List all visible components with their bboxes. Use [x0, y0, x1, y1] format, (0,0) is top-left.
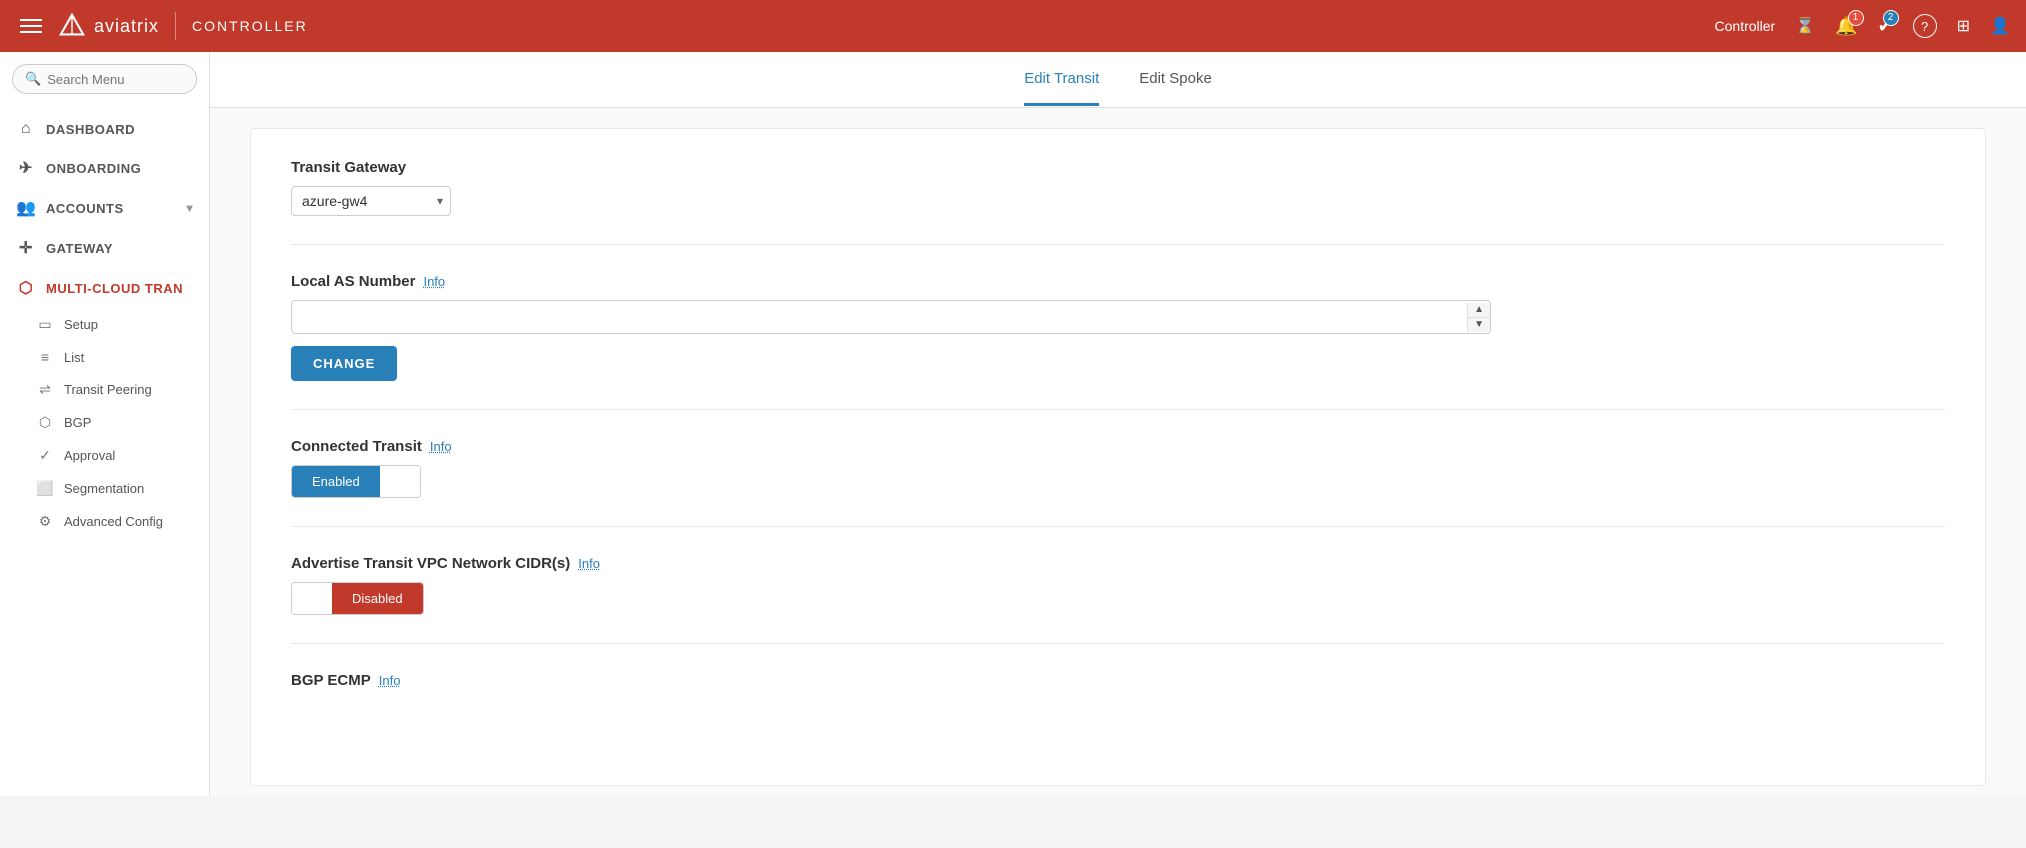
advertise-transit-vpc-info-link[interactable]: Info: [578, 556, 600, 571]
connected-transit-label: Connected Transit Info: [291, 438, 1945, 455]
sidebar-subitem-list[interactable]: ≡ List: [0, 341, 209, 373]
chevron-down-icon: ▾: [186, 201, 193, 215]
sidebar-item-multi-cloud-tran[interactable]: ⬡ MULTI-CLOUD TRAN: [0, 268, 209, 308]
sidebar-item-onboarding[interactable]: ✈ ONBOARDING: [0, 148, 209, 188]
change-button[interactable]: CHANGE: [291, 346, 397, 381]
spin-up-button[interactable]: ▲: [1468, 303, 1490, 318]
tasks-icon[interactable]: ✔ 2: [1878, 16, 1893, 37]
bell-icon[interactable]: 🔔 1: [1835, 16, 1857, 37]
connected-transit-disabled-button[interactable]: [380, 466, 420, 497]
spin-down-button[interactable]: ▼: [1468, 318, 1490, 332]
sidebar-subitem-label: Approval: [64, 448, 115, 463]
sidebar-subitem-label: Segmentation: [64, 481, 144, 496]
multi-cloud-icon: ⬡: [16, 278, 36, 298]
top-navigation: aviatrix Controller Controller ⌛ 🔔 1 ✔ 2…: [0, 0, 2026, 52]
sidebar-subitem-approval[interactable]: ✓ Approval: [0, 439, 209, 472]
local-as-number-info-link[interactable]: Info: [423, 274, 445, 289]
aviatrix-logo-icon: [58, 12, 86, 40]
sidebar-subitem-bgp[interactable]: ⬡ BGP: [0, 406, 209, 439]
advertise-transit-enabled-button[interactable]: [292, 583, 332, 614]
tabs-bar: Edit Transit Edit Spoke: [210, 52, 2026, 108]
username-label: Controller: [1715, 18, 1776, 34]
spin-buttons: ▲ ▼: [1467, 303, 1490, 332]
logo-area: aviatrix Controller: [58, 12, 308, 40]
list-icon: ≡: [36, 349, 54, 365]
connected-transit-section: Connected Transit Info Enabled: [291, 438, 1945, 527]
setup-icon: ▭: [36, 316, 54, 333]
transit-gateway-label: Transit Gateway: [291, 159, 1945, 176]
sidebar-subitem-label: List: [64, 350, 84, 365]
bgp-ecmp-label: BGP ECMP Info: [291, 672, 1945, 689]
tab-edit-transit[interactable]: Edit Transit: [1024, 54, 1099, 106]
sidebar-subitem-transit-peering[interactable]: ⇌ Transit Peering: [0, 373, 209, 406]
sidebar: 🔍 ⌂ DASHBOARD ✈ ONBOARDING 👥 ACCOUNTS ▾ …: [0, 52, 210, 796]
sidebar-item-label: ACCOUNTS: [46, 201, 124, 216]
sidebar-subitem-segmentation[interactable]: ⬜ Segmentation: [0, 472, 209, 505]
local-as-number-section: Local AS Number Info ▲ ▼ CHANGE: [291, 273, 1945, 410]
bgp-icon: ⬡: [36, 414, 54, 431]
approval-icon: ✓: [36, 447, 54, 464]
advertise-transit-disabled-button[interactable]: Disabled: [332, 583, 423, 614]
advertise-transit-vpc-toggle: Disabled: [291, 582, 424, 615]
sidebar-subitem-label: Advanced Config: [64, 514, 163, 529]
advanced-config-icon: ⚙: [36, 513, 54, 530]
nav-divider: [175, 12, 176, 40]
help-icon[interactable]: ?: [1913, 14, 1937, 38]
task-badge: 2: [1883, 10, 1899, 26]
sidebar-item-accounts[interactable]: 👥 ACCOUNTS ▾: [0, 188, 209, 228]
sidebar-subitem-label: Setup: [64, 317, 98, 332]
sidebar-subitem-setup[interactable]: ▭ Setup: [0, 308, 209, 341]
sidebar-subitem-label: BGP: [64, 415, 91, 430]
gateway-icon: ✛: [16, 238, 36, 258]
transit-gateway-select-wrapper: azure-gw4 ▾: [291, 186, 451, 216]
sidebar-item-label: MULTI-CLOUD TRAN: [46, 281, 183, 296]
sidebar-item-label: ONBOARDING: [46, 161, 141, 176]
transit-peering-icon: ⇌: [36, 381, 54, 398]
bgp-ecmp-section: BGP ECMP Info: [291, 672, 1945, 727]
hamburger-menu[interactable]: [16, 15, 46, 37]
transit-gateway-section: Transit Gateway azure-gw4 ▾: [291, 159, 1945, 245]
search-box[interactable]: 🔍: [12, 64, 197, 94]
connected-transit-info-link[interactable]: Info: [430, 439, 452, 454]
search-input[interactable]: [47, 72, 184, 87]
tab-edit-spoke[interactable]: Edit Spoke: [1139, 54, 1212, 106]
hourglass-icon[interactable]: ⌛: [1795, 16, 1815, 36]
sidebar-item-gateway[interactable]: ✛ GATEWAY: [0, 228, 209, 268]
sidebar-subitem-label: Transit Peering: [64, 382, 152, 397]
onboarding-icon: ✈: [16, 158, 36, 178]
sidebar-item-label: DASHBOARD: [46, 122, 135, 137]
sidebar-item-label: GATEWAY: [46, 241, 113, 256]
sidebar-item-dashboard[interactable]: ⌂ DASHBOARD: [0, 110, 209, 148]
search-icon: 🔍: [25, 71, 41, 87]
accounts-icon: 👥: [16, 198, 36, 218]
grid-icon[interactable]: ⊞: [1957, 16, 1970, 36]
local-as-number-input-wrapper: ▲ ▼: [291, 300, 1491, 334]
connected-transit-enabled-button[interactable]: Enabled: [292, 466, 380, 497]
user-icon[interactable]: 👤: [1990, 16, 2010, 36]
notification-badge: 1: [1848, 10, 1864, 26]
connected-transit-toggle: Enabled: [291, 465, 421, 498]
controller-label: Controller: [192, 18, 308, 34]
sidebar-subitem-advanced-config[interactable]: ⚙ Advanced Config: [0, 505, 209, 538]
bgp-ecmp-info-link[interactable]: Info: [379, 673, 401, 688]
dashboard-icon: ⌂: [16, 120, 36, 138]
advertise-transit-vpc-section: Advertise Transit VPC Network CIDR(s) In…: [291, 555, 1945, 644]
advertise-transit-vpc-label: Advertise Transit VPC Network CIDR(s) In…: [291, 555, 1945, 572]
main-content: Edit Transit Edit Spoke Transit Gateway …: [210, 52, 2026, 796]
logo-text: aviatrix: [94, 16, 159, 37]
local-as-number-label: Local AS Number Info: [291, 273, 1945, 290]
local-as-number-input[interactable]: [292, 301, 1467, 333]
segmentation-icon: ⬜: [36, 480, 54, 497]
transit-gateway-select[interactable]: azure-gw4: [291, 186, 451, 216]
